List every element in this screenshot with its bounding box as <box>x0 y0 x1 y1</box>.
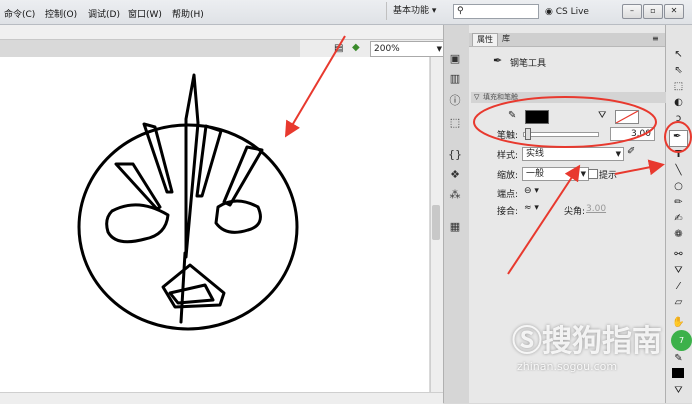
arrow-to-stage <box>284 35 346 138</box>
highlight-circle-pen-tool <box>664 121 692 153</box>
highlight-circle-fill-stroke <box>473 96 657 148</box>
green-badge-icon: 7 <box>671 330 692 351</box>
watermark-brand: Ⓢ搜狗指南 <box>512 316 662 360</box>
arrow-to-pen <box>614 159 665 176</box>
arrow-to-scale <box>507 164 581 275</box>
sogou-logo-icon: Ⓢ <box>512 324 542 359</box>
watermark-url: zhinan.sogou.com <box>517 360 618 373</box>
watermark-brand-text: 搜狗指南 <box>542 324 662 359</box>
